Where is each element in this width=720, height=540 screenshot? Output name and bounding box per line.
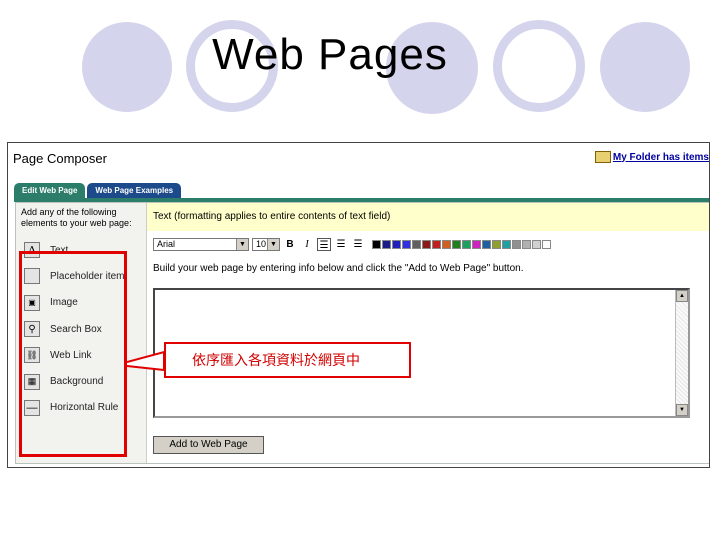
callout-text: 依序匯入各項資料於網頁中	[192, 353, 360, 369]
callout-pointer	[126, 350, 165, 372]
callout-box: 依序匯入各項資料於網頁中	[164, 342, 411, 378]
